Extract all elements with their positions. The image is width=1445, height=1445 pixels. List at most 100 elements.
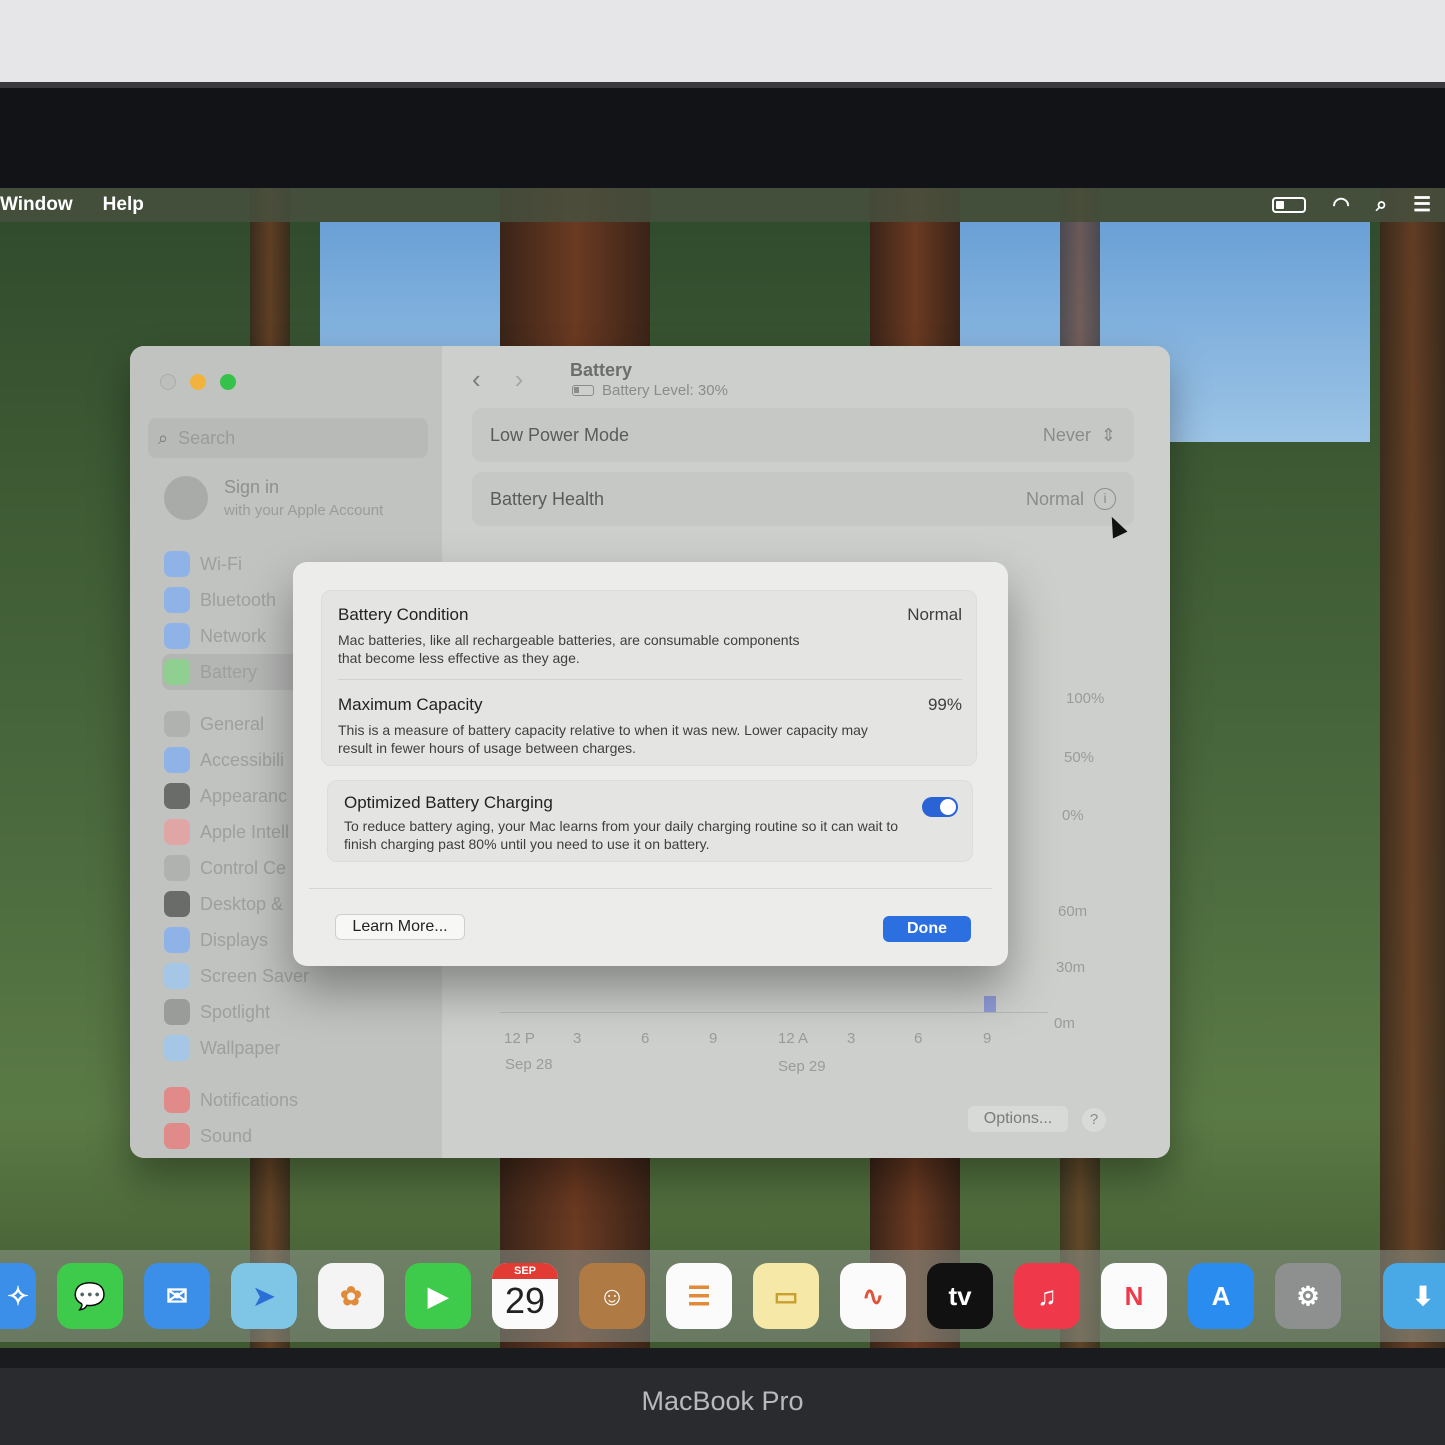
system-settings-app[interactable]: ⚙ <box>1275 1263 1341 1329</box>
maximum-capacity-item: Maximum Capacity 99% This is a measure o… <box>338 695 962 757</box>
minimize-button[interactable] <box>190 374 206 390</box>
sidebar-item-wallpaper[interactable]: Wallpaper <box>162 1030 432 1066</box>
menu-bar: Window Help ◠ ⌕ ☰ <box>0 188 1445 222</box>
tv-label: tv <box>948 1280 972 1311</box>
list-icon: ☰ <box>687 1280 711 1311</box>
sidebar-item-label: Sound <box>200 1125 253 1146</box>
sidebar-item-label: Displays <box>200 929 269 950</box>
notes-app[interactable]: ▭ <box>753 1263 819 1329</box>
info-icon[interactable]: i <box>1094 488 1116 510</box>
calendar-app[interactable]: SEP 29 <box>492 1263 558 1329</box>
avatar <box>164 476 208 520</box>
safari-app[interactable]: ✧ <box>0 1263 36 1329</box>
sound-icon <box>164 1123 190 1149</box>
wifi-icon[interactable]: ◠ <box>1332 194 1349 216</box>
squiggle-icon: ∿ <box>862 1280 884 1311</box>
sidebar-item-sound[interactable]: Sound <box>162 1118 432 1154</box>
contacts-app[interactable]: ☺ <box>579 1263 645 1329</box>
chart-baseline <box>500 1012 1048 1013</box>
maps-app[interactable]: ➤ <box>231 1263 297 1329</box>
music-app[interactable]: ♫ <box>1014 1263 1080 1329</box>
facetime-app[interactable]: ▶ <box>405 1263 471 1329</box>
freeform-app[interactable]: ∿ <box>840 1263 906 1329</box>
chart-y-label: 0% <box>1062 807 1084 824</box>
control-center-icon <box>164 855 190 881</box>
nav-arrows: ‹ › <box>472 364 523 395</box>
chart-y-label: 60m <box>1058 903 1088 920</box>
maximum-capacity-title: Maximum Capacity <box>338 695 483 714</box>
search-input[interactable]: ⌕ Search <box>148 418 428 458</box>
page-title: Battery <box>570 360 633 380</box>
person-icon: ☺ <box>598 1280 626 1311</box>
downloads-folder[interactable]: ⬇ <box>1383 1263 1445 1329</box>
help-button[interactable]: ? <box>1082 1108 1106 1132</box>
sidebar-item-label: Desktop & <box>200 893 284 914</box>
battery-health-row: Battery Health Normal i <box>472 472 1134 526</box>
gear-icon: ⚙ <box>1296 1280 1320 1311</box>
learn-more-button[interactable]: Learn More... <box>335 914 465 940</box>
optimized-charging-desc: To reduce battery aging, your Mac learns… <box>344 818 899 852</box>
sidebar-item-label: Network <box>200 625 267 646</box>
done-button[interactable]: Done <box>883 916 971 942</box>
spotlight-icon <box>164 999 190 1025</box>
apple-intelligence-icon <box>164 819 190 845</box>
menu-window[interactable]: Window <box>0 194 89 216</box>
zoom-button[interactable] <box>220 374 236 390</box>
chart-x-label: 9 <box>983 1030 992 1047</box>
battery-icon <box>572 385 594 396</box>
low-power-mode-select[interactable]: Never ⇕ <box>1043 425 1116 446</box>
chart-date-label: Sep 29 <box>778 1058 826 1075</box>
optimized-charging-toggle[interactable] <box>922 797 958 817</box>
calendar-day: 29 <box>504 1280 546 1321</box>
menu-help[interactable]: Help <box>103 194 160 216</box>
options-button[interactable]: Options... <box>968 1106 1068 1132</box>
laptop-bezel-bottom <box>0 1348 1445 1368</box>
optimized-charging-card: Optimized Battery Charging To reduce bat… <box>327 780 973 862</box>
notifications-icon <box>164 1087 190 1113</box>
chart-x-label: 12 A <box>778 1030 809 1047</box>
close-button[interactable] <box>160 374 176 390</box>
low-power-mode-label: Low Power Mode <box>490 424 630 445</box>
divider <box>338 679 962 680</box>
battery-level-text: Battery Level: 30% <box>602 382 728 399</box>
map-pin-icon: ➤ <box>253 1280 275 1311</box>
tree-trunk <box>1380 188 1445 1348</box>
back-arrow-icon[interactable]: ‹ <box>472 364 481 395</box>
chart-y-label: 0m <box>1054 1015 1075 1032</box>
sidebar-item-label: Wallpaper <box>200 1037 281 1058</box>
photos-app[interactable]: ✿ <box>318 1263 384 1329</box>
battery-condition-value: Normal <box>907 605 962 624</box>
chart-y-label: 50% <box>1064 749 1095 766</box>
search-icon[interactable]: ⌕ <box>1376 194 1387 216</box>
mail-app[interactable]: ✉ <box>144 1263 210 1329</box>
reminders-app[interactable]: ☰ <box>666 1263 732 1329</box>
news-app[interactable]: N <box>1101 1263 1167 1329</box>
sidebar-item-notifications[interactable]: Notifications <box>162 1082 432 1118</box>
apple-tv-app[interactable]: tv <box>927 1263 993 1329</box>
app-store-app[interactable]: A <box>1188 1263 1254 1329</box>
battery-condition-desc: Mac batteries, like all rechargeable bat… <box>338 632 800 666</box>
sidebar-item-label: Bluetooth <box>200 589 277 610</box>
account-title: Sign in <box>224 477 280 497</box>
notepad-icon: ▭ <box>773 1280 799 1311</box>
sidebar-item-label: Notifications <box>200 1089 299 1110</box>
messages-app[interactable]: 💬 <box>57 1263 123 1329</box>
envelope-icon: ✉ <box>166 1280 188 1311</box>
battery-status-icon[interactable] <box>1272 197 1307 213</box>
music-note-icon: ♫ <box>1037 1280 1057 1311</box>
low-power-mode-row: Low Power Mode Never ⇕ <box>472 408 1134 462</box>
chart-x-label: 3 <box>847 1030 856 1047</box>
search-icon: ⌕ <box>158 427 169 448</box>
control-center-icon[interactable]: ☰ <box>1413 194 1431 216</box>
forward-arrow-icon[interactable]: › <box>515 364 524 395</box>
sidebar-item-label: Battery <box>200 661 258 682</box>
apple-account-signin[interactable]: Sign in with your Apple Account <box>164 476 383 520</box>
compass-icon: ✧ <box>7 1280 29 1311</box>
chart-x-label: 9 <box>709 1030 718 1047</box>
sidebar-item-spotlight[interactable]: Spotlight <box>162 994 432 1030</box>
chart-x-label: 6 <box>914 1030 923 1047</box>
calendar-month: SEP <box>492 1263 558 1279</box>
wallpaper-icon <box>164 1035 190 1061</box>
battery-level: Battery Level: 30% <box>572 382 728 399</box>
battery-health-label: Battery Health <box>490 488 605 509</box>
